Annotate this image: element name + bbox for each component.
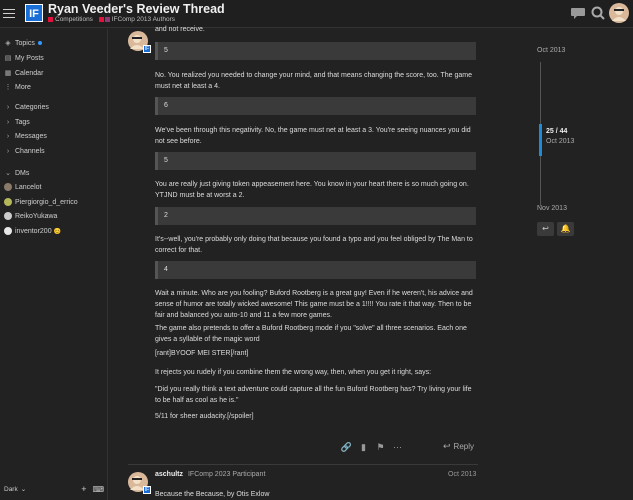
bell-icon: 🔔 <box>560 224 571 233</box>
post-paragraph: The game also pretends to offer a Buford… <box>155 325 467 343</box>
more-icon[interactable]: ⋯ <box>389 442 406 453</box>
post-paragraph: We've been through this negativity. No, … <box>155 127 471 145</box>
reply-button[interactable]: ↩ Reply <box>443 441 474 452</box>
sidebar-item-calendar[interactable]: ▦ Calendar <box>4 69 44 78</box>
emoji-badge: 😊 <box>53 228 62 235</box>
post-paragraph: [rant]BYOOF MEI STER[/rant] <box>155 350 249 357</box>
keyboard-icon[interactable]: ⌨ <box>92 485 104 494</box>
user-flair: IFComp 2023 Participant <box>187 471 266 478</box>
quote-block: 6 <box>155 97 476 115</box>
sidebar-item-my-posts[interactable]: ▤ My Posts <box>4 54 44 63</box>
sidebar-section-messages[interactable]: › Messages <box>4 133 47 140</box>
hamburger-menu-icon[interactable] <box>3 6 15 18</box>
avatar <box>4 183 12 191</box>
link-icon[interactable]: 🔗 <box>338 442 355 453</box>
sidebar-section-categories[interactable]: › Categories <box>4 104 49 111</box>
post-paragraph: Wait a minute. Who are you fooling? Bufo… <box>155 290 473 319</box>
post-author-line: aschultz IFComp 2023 Participant <box>155 471 265 478</box>
sidebar-section-channels[interactable]: › Channels <box>4 148 45 155</box>
calendar-icon: ▦ <box>4 70 12 77</box>
post-actions: 🔗 ▮ ⚑ ⋯ <box>338 440 406 454</box>
chevron-right-icon: › <box>6 148 10 155</box>
timeline-position: 25 / 44 <box>546 128 568 135</box>
crumb-competitions[interactable]: Competitions <box>48 16 93 23</box>
breadcrumb: Competitions IFComp 2013 Authors <box>48 16 179 24</box>
sidebar-item-topics[interactable]: ◈ Topics <box>4 39 42 47</box>
quote-block: 5 <box>155 152 476 170</box>
dm-item-piergiorgio[interactable]: Piergiorgio_d_errico <box>4 198 78 206</box>
back-button[interactable]: ↩ <box>537 222 554 236</box>
post-paragraph: It's--well, you're probably only doing t… <box>155 236 473 254</box>
dm-item-lancelot[interactable]: Lancelot <box>4 183 41 191</box>
sidebar-section-dms[interactable]: ⌄ DMs <box>4 169 29 178</box>
crumb-ifcomp-2013-authors[interactable]: IFComp 2013 Authors <box>98 16 175 23</box>
username[interactable]: aschultz <box>155 471 183 478</box>
reply-icon: ↩ <box>443 441 451 451</box>
sidebar: ◈ Topics ▤ My Posts ▦ Calendar ⋮ More › Categ… <box>0 29 108 500</box>
timeline-start-date[interactable]: Oct 2013 <box>537 47 565 54</box>
user-avatar[interactable] <box>609 3 629 23</box>
flair-badge: IF <box>143 486 151 494</box>
chevron-right-icon: › <box>6 104 10 111</box>
search-icon[interactable] <box>590 5 606 21</box>
flair-badge: IF <box>143 45 151 53</box>
avatar <box>4 227 12 235</box>
layers-icon: ◈ <box>5 40 11 47</box>
site-logo[interactable]: IF <box>25 4 43 22</box>
post-divider <box>128 464 478 465</box>
quote-block: 2 <box>155 207 476 225</box>
post-paragraph: "Did you really think a text adventure c… <box>155 386 472 404</box>
theme-selector[interactable]: Dark ⌄ <box>4 485 27 494</box>
timeline-position-date: Oct 2013 <box>546 138 575 145</box>
post-paragraph: No. You realized you needed to change yo… <box>155 72 473 90</box>
quote-block: 5 <box>155 42 476 60</box>
sidebar-item-more[interactable]: ⋮ More <box>4 83 31 92</box>
dm-item-reikoyukawa[interactable]: ReikoYukawa <box>4 212 57 220</box>
sidebar-footer: Dark ⌄ + ⌨ <box>4 484 104 494</box>
thread-title[interactable]: Ryan Veeder's Review Thread <box>48 2 225 16</box>
chat-icon[interactable] <box>570 5 586 21</box>
timeline-end-date[interactable]: Nov 2013 <box>537 205 567 212</box>
post-text: and not receive. <box>155 26 205 33</box>
more-icon: ⋮ <box>4 84 12 91</box>
document-icon: ▤ <box>4 55 12 62</box>
bookmark-icon[interactable]: ▮ <box>355 442 372 453</box>
chevron-right-icon: › <box>6 133 10 140</box>
post-paragraph: It rejects you rudely if you combine the… <box>155 369 432 376</box>
chevron-right-icon: › <box>6 119 10 126</box>
post-paragraph: You are really just giving token appease… <box>155 181 469 199</box>
avatar <box>4 198 12 206</box>
avatar <box>4 212 12 220</box>
dm-item-inventor200[interactable]: inventor200 😊 <box>4 227 61 235</box>
post-paragraph: 5/11 for sheer audacity.[/spoiler] <box>155 413 254 420</box>
post-paragraph: Because the Because, by Otis Exlow <box>155 491 270 498</box>
post-date[interactable]: Oct 2013 <box>448 471 476 478</box>
timeline-handle[interactable] <box>539 124 542 156</box>
unread-dot <box>37 41 42 45</box>
chevron-down-icon: ⌄ <box>5 170 11 177</box>
sidebar-section-tags[interactable]: › Tags <box>4 119 30 126</box>
add-icon[interactable]: + <box>81 484 86 494</box>
quote-block: 4 <box>155 261 476 279</box>
notification-button[interactable]: 🔔 <box>557 222 574 236</box>
reply-icon: ↩ <box>542 224 549 233</box>
chevron-down-icon: ⌄ <box>20 486 27 493</box>
flag-icon[interactable]: ⚑ <box>372 442 389 453</box>
